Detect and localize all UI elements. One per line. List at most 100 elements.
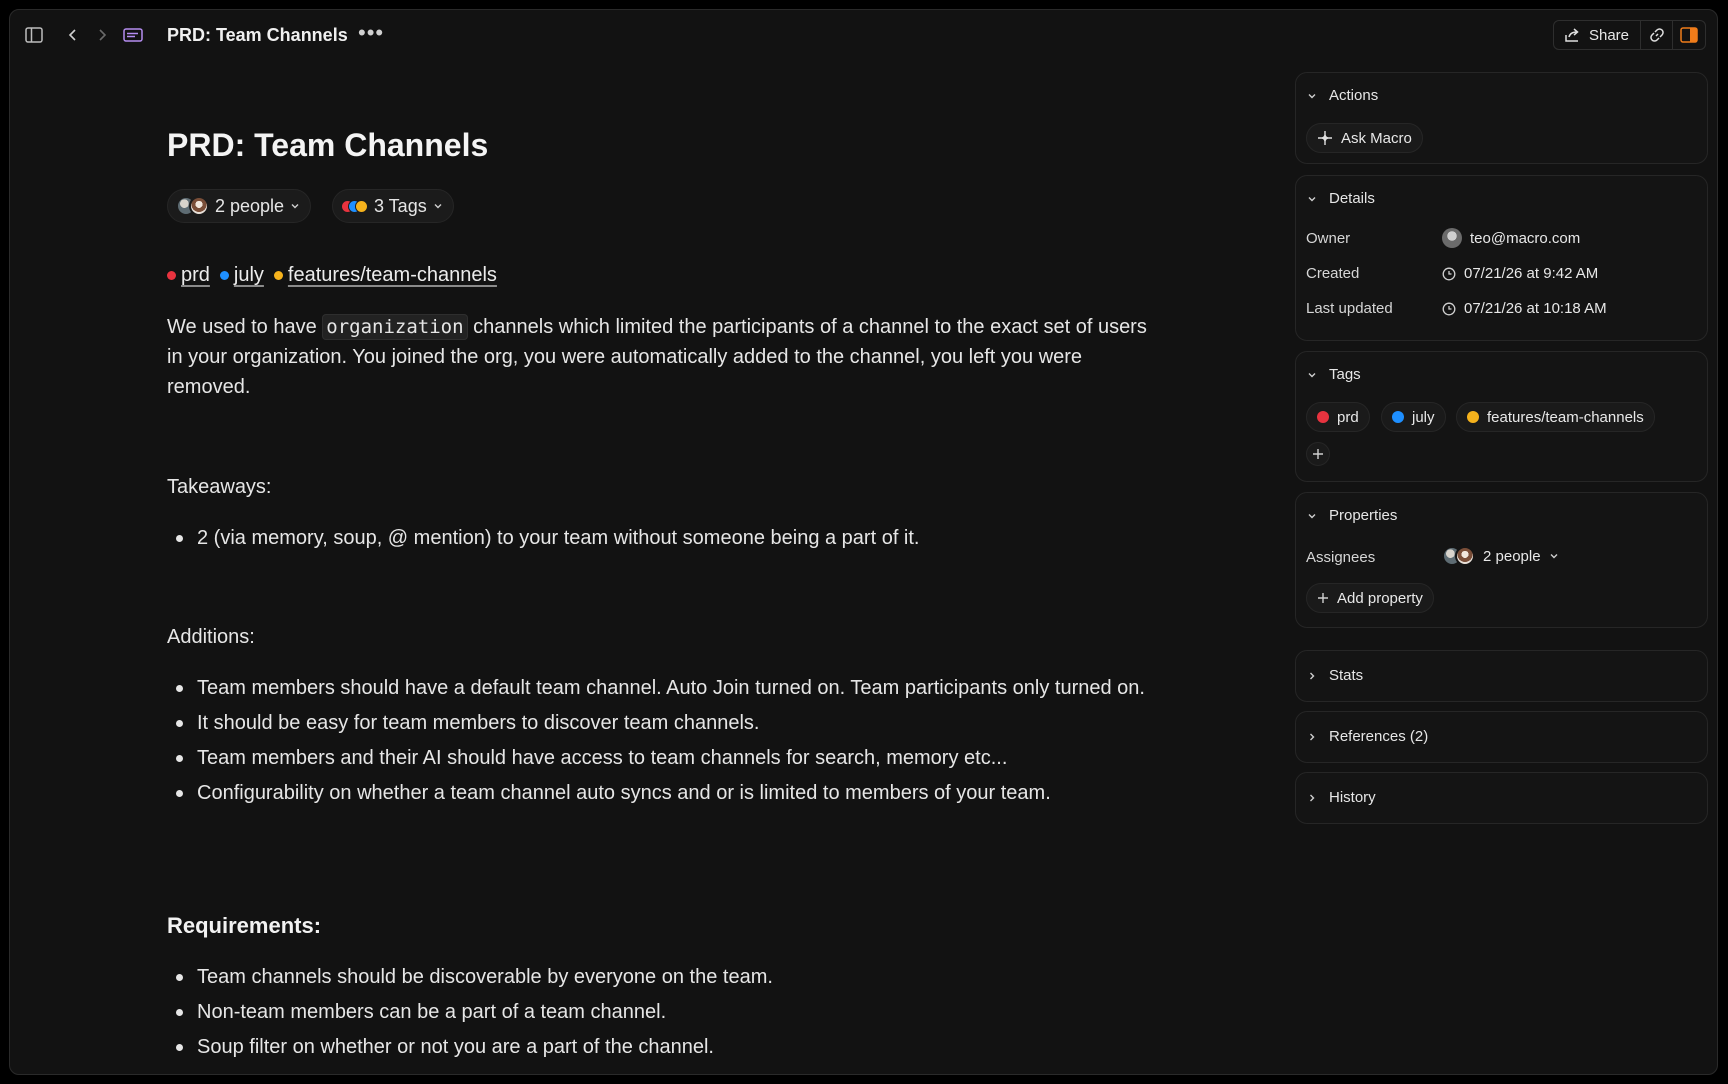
share-toolbar: Share [1552,20,1706,50]
created-value: 07/21/26 at 9:42 AM [1442,265,1598,282]
add-property-label: Add property [1337,589,1423,607]
section-title: Details [1329,190,1375,207]
tag-link-features[interactable]: features/team-channels [273,264,497,287]
ask-macro-button[interactable]: Ask Macro [1306,123,1423,153]
avatar-group [176,196,209,216]
updated-date: 07/21/26 at 10:18 AM [1464,300,1607,317]
additions-label[interactable]: Additions: [167,626,255,649]
assignees-dropdown[interactable]: 2 people [1442,546,1559,566]
references-header[interactable]: References (2) [1307,728,1428,745]
panel-icon [1680,27,1698,43]
tag-link-prd[interactable]: prd [167,264,210,287]
list-item[interactable]: It should be easy for team members to di… [167,708,1147,738]
section-title: Tags [1329,366,1361,383]
back-arrow-icon[interactable] [62,24,84,46]
actions-section: Actions Ask Macro [1295,72,1708,164]
tags-header[interactable]: Tags [1307,366,1361,383]
clock-icon [1442,302,1456,315]
owner-label: Owner [1306,230,1351,247]
tag-color-dot [167,271,176,280]
updated-value: 07/21/26 at 10:18 AM [1442,300,1607,317]
tag-link-label: july [233,264,264,286]
chevron-right-icon [1310,733,1315,740]
chevron-down-icon [1308,196,1316,201]
tags-chip[interactable]: 3 Tags [332,189,454,223]
add-tag-button[interactable] [1306,442,1330,466]
stats-section[interactable]: Stats [1295,650,1708,702]
list-item[interactable]: Soup filter on whether or not you are a … [167,1032,1147,1062]
section-title: Actions [1329,87,1379,104]
list-item[interactable]: Team members and their AI should have ac… [167,743,1147,773]
section-title: References (2) [1329,728,1429,745]
details-header[interactable]: Details [1307,190,1375,207]
avatar [189,196,209,216]
share-icon [1565,28,1579,42]
tag-pill-features[interactable]: features/team-channels [1456,402,1655,432]
tag-color-dot [1317,411,1329,423]
stats-header[interactable]: Stats [1307,667,1363,684]
assignees-label: Assignees [1306,549,1376,566]
properties-header[interactable]: Properties [1307,507,1397,524]
list-item[interactable]: 2 (via memory, soup, @ mention) to your … [167,523,1147,553]
chevron-down-icon [1308,513,1316,518]
chevron-down-icon [1550,554,1558,559]
copy-link-button[interactable] [1641,21,1673,49]
more-options-icon[interactable]: ••• [358,20,384,46]
plus-icon [1318,593,1328,603]
section-title: Properties [1329,507,1398,524]
tag-links: prd july features/team-channels [167,264,497,287]
details-section: Details Owner teo@macro.com Created 07/2… [1295,175,1708,341]
tag-pill-july[interactable]: july [1381,402,1446,432]
breadcrumb-title[interactable]: PRD: Team Channels [167,25,348,46]
requirements-heading[interactable]: Requirements: [167,913,321,939]
tag-label: july [1412,408,1435,426]
section-title: Stats [1329,667,1364,684]
tag-pill-prd[interactable]: prd [1306,402,1370,432]
created-date: 07/21/26 at 9:42 AM [1464,265,1599,282]
takeaways-label[interactable]: Takeaways: [167,476,272,499]
updated-label: Last updated [1306,300,1393,317]
chevron-down-icon [1308,372,1316,377]
sidebar-toggle-icon[interactable] [23,24,45,46]
tags-section: Tags prd july features/team-channels [1295,351,1708,482]
history-section[interactable]: History [1295,772,1708,824]
add-property-button[interactable]: Add property [1306,583,1434,613]
tag-color-dot [1467,411,1479,423]
section-title: History [1329,789,1376,806]
tag-label: prd [1337,408,1359,426]
takeaways-list: 2 (via memory, soup, @ mention) to your … [167,523,1147,558]
references-section[interactable]: References (2) [1295,711,1708,763]
assignees-count: 2 people [1483,547,1541,565]
right-panel-toggle[interactable] [1673,21,1705,49]
tag-dots-icon [341,199,368,213]
tag-color-dot [1392,411,1404,423]
requirements-list: Team channels should be discoverable by … [167,962,1147,1067]
people-chip[interactable]: 2 people [167,189,312,223]
list-item[interactable]: Team members should have a default team … [167,673,1147,703]
tag-link-label: prd [181,264,210,286]
list-item[interactable]: Non-team members can be a part of a team… [167,997,1147,1027]
intro-text: We used to have [167,316,323,338]
list-item[interactable]: Team channels should be discoverable by … [167,962,1147,992]
ask-macro-label: Ask Macro [1341,129,1412,147]
owner-value[interactable]: teo@macro.com [1442,228,1580,248]
tag-link-july[interactable]: july [219,264,264,287]
link-icon [1649,28,1664,42]
share-button[interactable]: Share [1554,21,1641,49]
tag-color-dot [219,271,229,280]
forward-arrow-icon[interactable] [91,24,113,46]
document-title[interactable]: PRD: Team Channels [167,127,488,164]
intro-paragraph[interactable]: We used to have organization channels wh… [167,312,1147,402]
clock-icon [1442,267,1456,280]
list-item[interactable]: Configurability on whether a team channe… [167,778,1147,808]
chevron-down-icon [1308,93,1316,98]
avatar [1442,228,1462,248]
tag-label: features/team-channels [1487,408,1644,426]
app-window: PRD: Team Channels ••• Share PRD: Team C… [9,9,1718,1075]
top-bar: PRD: Team Channels ••• Share [10,10,1717,60]
actions-header[interactable]: Actions [1307,87,1378,104]
avatar [1455,546,1475,566]
history-header[interactable]: History [1307,789,1376,806]
owner-email: teo@macro.com [1470,229,1581,247]
additions-list: Team members should have a default team … [167,673,1147,813]
